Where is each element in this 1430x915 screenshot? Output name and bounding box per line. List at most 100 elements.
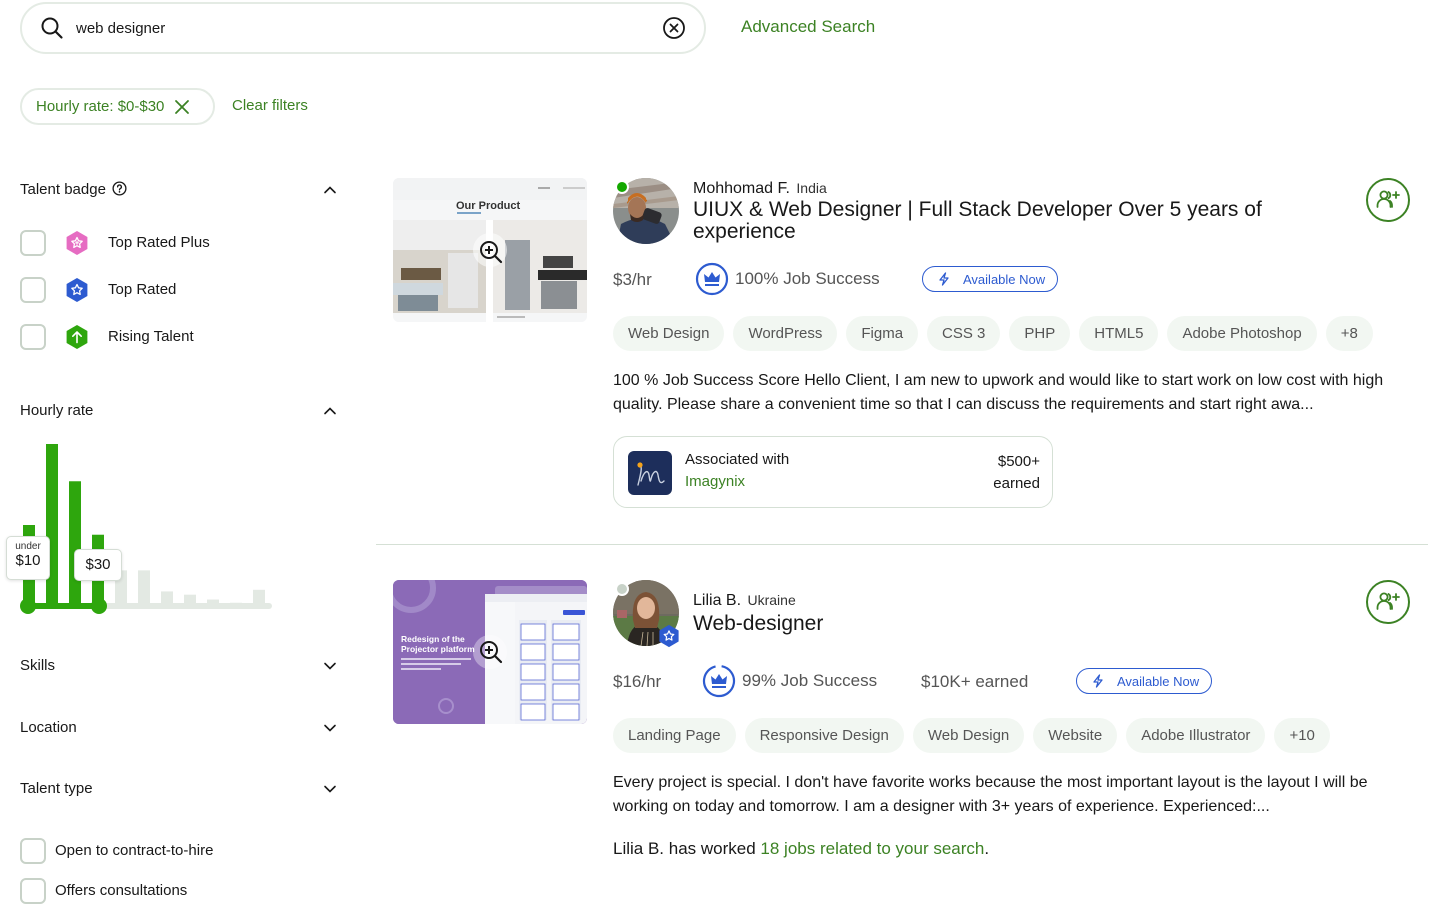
freelancer-name-line: Mohhomad F. India — [693, 180, 827, 198]
histogram-chart — [20, 444, 272, 614]
freelancer-title[interactable]: UIUX & Web Designer | Full Stack Develop… — [693, 199, 1303, 243]
agency-logo — [628, 451, 672, 495]
freelancer-name[interactable]: Lilia B. — [693, 592, 741, 609]
checkbox[interactable] — [20, 230, 46, 256]
clear-search-icon[interactable] — [662, 16, 686, 40]
more-skills-tag[interactable]: +8 — [1325, 316, 1373, 351]
badge-label: Top Rated — [108, 281, 177, 298]
skill-tag[interactable]: Web Design — [912, 718, 1025, 753]
portfolio-thumbnail[interactable]: Redesign of the Projector platform — [393, 580, 587, 724]
min-rate-prefix: under — [15, 541, 41, 552]
hourly-rate: $16/hr — [613, 672, 662, 691]
freelancer-name[interactable]: Mohhomad F. — [693, 180, 790, 197]
worked-suffix: . — [984, 839, 990, 858]
option-label: Offers consultations — [55, 882, 188, 899]
search-icon — [41, 17, 63, 39]
histogram-bar-selected — [46, 444, 58, 606]
chevron-up-icon[interactable] — [322, 182, 338, 198]
skills-header[interactable]: Skills — [20, 657, 338, 674]
rising-talent-icon — [66, 325, 88, 349]
skill-tag[interactable]: WordPress — [733, 316, 838, 351]
location-title: Location — [20, 719, 77, 736]
zoom-in-icon[interactable] — [477, 638, 505, 666]
invite-button[interactable] — [1366, 178, 1410, 222]
more-skills-tag[interactable]: +10 — [1274, 718, 1330, 753]
location-header[interactable]: Location — [20, 719, 338, 736]
chevron-down-icon[interactable] — [322, 720, 338, 736]
portfolio-caption: Redesign of the Projector platform — [401, 634, 475, 654]
talent-badge-title: Talent badge — [20, 181, 127, 198]
skill-tag[interactable]: CSS 3 — [927, 316, 1001, 351]
slider-max-handle[interactable] — [91, 598, 107, 614]
associated-with-label: Associated with — [685, 451, 790, 468]
invite-button[interactable] — [1366, 580, 1410, 624]
clear-filters-link[interactable]: Clear filters — [232, 97, 308, 114]
option-label: Open to contract-to-hire — [55, 842, 214, 859]
remove-filter-icon[interactable] — [174, 99, 190, 115]
agency-earnings: $500+ earned — [993, 451, 1040, 495]
earned-label: earned — [993, 475, 1040, 492]
skill-tag[interactable]: Figma — [846, 316, 919, 351]
avatar[interactable] — [613, 178, 679, 244]
worked-prefix: Lilia B. has worked — [613, 839, 761, 858]
skill-tag[interactable]: HTML5 — [1079, 316, 1159, 351]
avatar[interactable] — [613, 580, 679, 648]
talent-badge-header[interactable]: Talent badge — [20, 181, 338, 198]
job-success-crown-icon — [702, 664, 736, 698]
freelancer-card[interactable]: Redesign of the Projector platform Lilia… — [393, 580, 1430, 880]
checkbox[interactable] — [20, 324, 46, 350]
related-jobs-link[interactable]: 18 jobs related to your search — [760, 839, 984, 858]
lightning-icon — [939, 272, 949, 286]
skill-tag[interactable]: Website — [1033, 718, 1118, 753]
chevron-down-icon[interactable] — [322, 781, 338, 797]
offline-status-dot — [615, 582, 629, 596]
hourly-rate: $3/hr — [613, 270, 652, 289]
skills-list: Web Design WordPress Figma CSS 3 PHP HTM… — [613, 316, 1373, 351]
freelancer-card[interactable]: Our Product Mohhomad F. India UIUX & Web… — [393, 178, 1430, 518]
search-input[interactable] — [76, 19, 662, 37]
hourly-rate-title: Hourly rate — [20, 402, 94, 419]
help-icon[interactable] — [112, 181, 127, 196]
skill-tag[interactable]: Adobe Illustrator — [1126, 718, 1266, 753]
agency-name[interactable]: Imagynix — [685, 473, 745, 490]
chevron-up-icon[interactable] — [322, 403, 338, 419]
filter-chip-label: Hourly rate: $0-$30 — [36, 98, 165, 115]
freelancer-description[interactable]: Every project is special. I don't have f… — [613, 771, 1413, 819]
skill-tag[interactable]: Landing Page — [613, 718, 736, 753]
checkbox[interactable] — [20, 277, 46, 303]
invite-user-icon — [1376, 592, 1400, 610]
skill-tag[interactable]: Adobe Photoshop — [1167, 316, 1317, 351]
checkbox[interactable] — [20, 838, 46, 864]
advanced-search-link[interactable]: Advanced Search — [741, 17, 875, 37]
total-earned: $10K+ earned — [921, 672, 1029, 691]
skill-tag[interactable]: Web Design — [613, 316, 725, 351]
histogram-bar-unselected — [161, 591, 173, 606]
skills-title: Skills — [20, 657, 56, 674]
agency-association-card[interactable]: Associated with Imagynix $500+ earned — [613, 436, 1053, 508]
lightning-icon — [1093, 674, 1103, 688]
histogram-bar-selected — [69, 481, 81, 606]
availability-text: Available Now — [963, 271, 1046, 287]
checkbox[interactable] — [20, 878, 46, 904]
top-rated-icon — [66, 278, 88, 302]
zoom-in-icon[interactable] — [477, 238, 505, 266]
talent-type-header[interactable]: Talent type — [20, 780, 338, 797]
freelancer-title[interactable]: Web-designer — [693, 613, 1303, 635]
invite-user-icon — [1376, 190, 1400, 208]
available-now-badge: Available Now — [922, 266, 1059, 292]
max-rate-tooltip: $30 — [74, 549, 122, 581]
badge-label: Top Rated Plus — [108, 234, 210, 251]
skill-tag[interactable]: Responsive Design — [744, 718, 904, 753]
available-now-badge: Available Now — [1076, 668, 1213, 694]
chevron-down-icon[interactable] — [322, 658, 338, 674]
hourly-rate-header[interactable]: Hourly rate — [20, 402, 338, 419]
freelancer-country: India — [796, 180, 827, 196]
slider-min-handle[interactable] — [20, 598, 36, 614]
availability-text: Available Now — [1117, 673, 1200, 689]
skill-tag[interactable]: PHP — [1009, 316, 1071, 351]
job-success: 100% Job Success — [695, 262, 880, 296]
talent-type-title: Talent type — [20, 780, 93, 797]
hourly-rate-filter-chip[interactable]: Hourly rate: $0-$30 — [20, 88, 215, 125]
portfolio-thumbnail[interactable]: Our Product — [393, 178, 587, 322]
freelancer-description[interactable]: 100 % Job Success Score Hello Client, I … — [613, 369, 1413, 417]
